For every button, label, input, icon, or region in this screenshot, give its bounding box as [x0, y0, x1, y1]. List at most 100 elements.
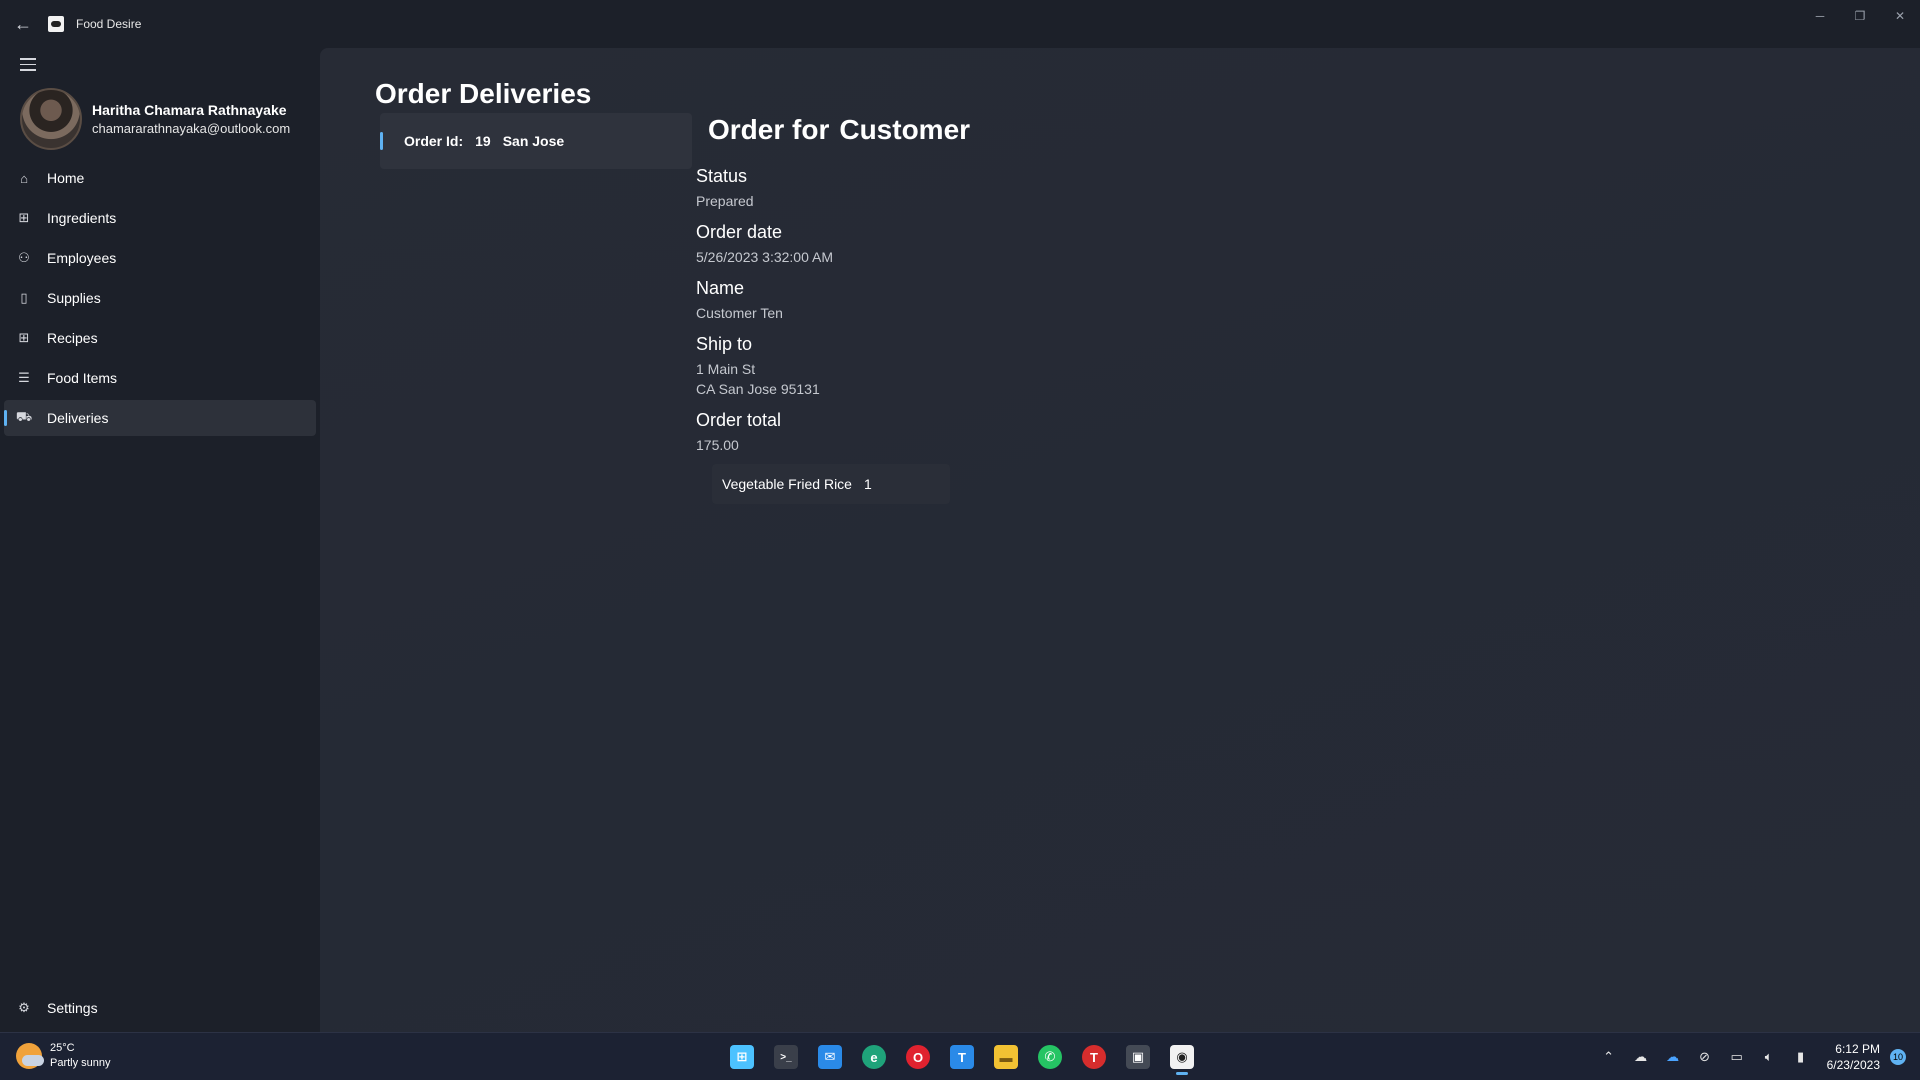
list-item[interactable]: Order Id: 19 San Jose: [380, 113, 692, 169]
teams-icon: T: [950, 1045, 974, 1069]
detail-title: Order for Customer: [708, 114, 980, 146]
taskbar-app-file-explorer[interactable]: ▬: [984, 1039, 1028, 1075]
nav-item-label: Home: [47, 170, 85, 186]
taskbar: 25°C Partly sunny ⊞ >_ ✉ e O T ▬ ✆ T ▣ ◉…: [0, 1032, 1920, 1080]
status-label: Status: [696, 166, 748, 186]
notification-badge[interactable]: 10: [1890, 1049, 1906, 1065]
weather-temperature: 25°C: [50, 1042, 75, 1054]
navigation-pane: Haritha Chamara Rathnayake chamararathna…: [0, 48, 320, 1032]
cloud-icon[interactable]: ☁: [1625, 1049, 1657, 1065]
file-explorer-icon: ▬: [994, 1045, 1018, 1069]
taskbar-apps: ⊞ >_ ✉ e O T ▬ ✆ T ▣ ◉: [720, 1039, 1204, 1075]
user-email: chamararathnayaka@outlook.com: [92, 121, 291, 136]
taskbar-app-t[interactable]: T: [1072, 1039, 1116, 1075]
gear-icon: ⚙: [18, 1000, 30, 1015]
page-title: Order Deliveries: [375, 78, 592, 109]
nav-item-label: Settings: [47, 1000, 98, 1016]
name-label: Name: [696, 278, 745, 298]
name-value: Customer Ten: [696, 305, 783, 321]
order-total-label: Order total: [696, 410, 782, 430]
nav-item-ingredients[interactable]: ⊞ Ingredients: [4, 200, 316, 236]
food-desire-icon: ◉: [1170, 1045, 1194, 1069]
deliveries-icon: ⛟: [15, 409, 33, 424]
nav-item-deliveries[interactable]: ⛟ Deliveries: [4, 400, 316, 436]
system-tray: ⌃ ☁ ☁ ⊘ ▭ 🔈︎ ▮ 6:12 PM 6/23/2023 10: [1593, 1033, 1920, 1080]
chevron-up-icon[interactable]: ⌃: [1593, 1049, 1625, 1065]
taskbar-app-food-desire[interactable]: ◉: [1160, 1039, 1204, 1075]
nav-item-settings[interactable]: ⚙ Settings: [4, 990, 316, 1026]
line-item-name: Vegetable Fried Rice: [722, 476, 852, 492]
nav-item-food-items[interactable]: ☰ Food Items: [4, 360, 316, 396]
opera-icon: O: [906, 1045, 930, 1069]
taskbar-app-teams[interactable]: T: [940, 1039, 984, 1075]
ingredients-icon: ⊞: [18, 210, 30, 225]
onedrive-icon[interactable]: ☁: [1657, 1049, 1689, 1065]
package-icon: ▣: [1126, 1045, 1150, 1069]
nav-item-recipes[interactable]: ⊞ Recipes: [4, 320, 316, 356]
start-icon: ⊞: [730, 1045, 754, 1069]
back-arrow-icon[interactable]: ←: [0, 0, 46, 48]
nav-item-supplies[interactable]: ▯ Supplies: [4, 280, 316, 316]
app-title: Food Desire: [76, 17, 142, 31]
employees-icon: ⚇: [18, 250, 30, 265]
avatar: [20, 88, 82, 150]
restore-icon[interactable]: ❐: [1840, 0, 1880, 32]
nav-item-label: Food Items: [47, 370, 118, 386]
food-items-icon: ☰: [18, 370, 30, 385]
order-total-field: Order total 175.00: [696, 410, 1096, 455]
taskbar-app-terminal[interactable]: >_: [764, 1039, 808, 1075]
order-date-field: Order date 5/26/2023 3:32:00 AM: [696, 222, 1096, 267]
taskbar-app-edge-dev[interactable]: e: [852, 1039, 896, 1075]
start-button[interactable]: ⊞: [720, 1039, 764, 1075]
line-item[interactable]: Vegetable Fried Rice 1: [712, 464, 950, 504]
line-item-quantity: 1: [863, 476, 872, 492]
taskbar-app-package[interactable]: ▣: [1116, 1039, 1160, 1075]
user-profile[interactable]: Haritha Chamara Rathnayake chamararathna…: [20, 88, 290, 150]
ship-to-line2: CA San Jose 95131: [696, 381, 820, 397]
home-icon: ⌂: [20, 170, 28, 186]
user-name: Haritha Chamara Rathnayake: [92, 102, 287, 118]
title-bar: ← Food Desire ─ ❐ ✕: [0, 0, 1920, 48]
terminal-icon: >_: [774, 1045, 798, 1069]
status-field: Status Prepared: [696, 166, 1096, 211]
ship-to-label: Ship to: [696, 334, 753, 354]
clock[interactable]: 6:12 PM 6/23/2023: [1827, 1041, 1880, 1073]
weather-widget[interactable]: 25°C Partly sunny: [16, 1041, 111, 1071]
taskbar-app-whatsapp[interactable]: ✆: [1028, 1039, 1072, 1075]
clock-time: 6:12 PM: [1835, 1042, 1880, 1056]
taskbar-app-opera[interactable]: O: [896, 1039, 940, 1075]
network-icon[interactable]: ▭: [1721, 1049, 1753, 1065]
nav-item-label: Deliveries: [47, 410, 109, 426]
detail-title-prefix: Order for: [708, 114, 830, 145]
t-app-icon: T: [1082, 1045, 1106, 1069]
order-city: San Jose: [502, 133, 565, 149]
partly-sunny-icon: [16, 1043, 44, 1069]
volume-icon[interactable]: 🔈︎: [1753, 1049, 1785, 1065]
minimize-icon[interactable]: ─: [1800, 0, 1840, 32]
supplies-icon: ▯: [20, 290, 28, 305]
ship-to-field: Ship to 1 Main St CA San Jose 95131: [696, 334, 1096, 399]
name-field: Name Customer Ten: [696, 278, 1096, 323]
main-content: Order Deliveries Order Id: 19 San Jose O…: [320, 48, 1920, 1032]
weather-description: Partly sunny: [50, 1057, 111, 1069]
status-value: Prepared: [696, 193, 754, 209]
nav-list: ⌂ Home ⊞ Ingredients ⚇ Employees ▯ Suppl…: [4, 160, 316, 440]
ship-to-line1: 1 Main St: [696, 361, 756, 377]
nav-item-employees[interactable]: ⚇ Employees: [4, 240, 316, 276]
taskbar-app-mail[interactable]: ✉: [808, 1039, 852, 1075]
order-date-value: 5/26/2023 3:32:00 AM: [696, 249, 833, 265]
clock-date: 6/23/2023: [1826, 1058, 1880, 1072]
security-icon[interactable]: ⊘: [1689, 1049, 1721, 1065]
nav-item-label: Ingredients: [47, 210, 117, 226]
nav-item-home[interactable]: ⌂ Home: [4, 160, 316, 196]
nav-item-label: Supplies: [47, 290, 101, 306]
edge-dev-icon: e: [862, 1045, 886, 1069]
battery-icon[interactable]: ▮: [1785, 1049, 1817, 1065]
nav-item-label: Recipes: [47, 330, 98, 346]
order-date-label: Order date: [696, 222, 783, 242]
close-icon[interactable]: ✕: [1880, 0, 1920, 32]
app-logo-icon: [48, 16, 64, 32]
hamburger-menu-icon[interactable]: [20, 58, 36, 72]
mail-icon: ✉: [818, 1045, 842, 1069]
order-list: Order Id: 19 San Jose: [380, 113, 692, 169]
